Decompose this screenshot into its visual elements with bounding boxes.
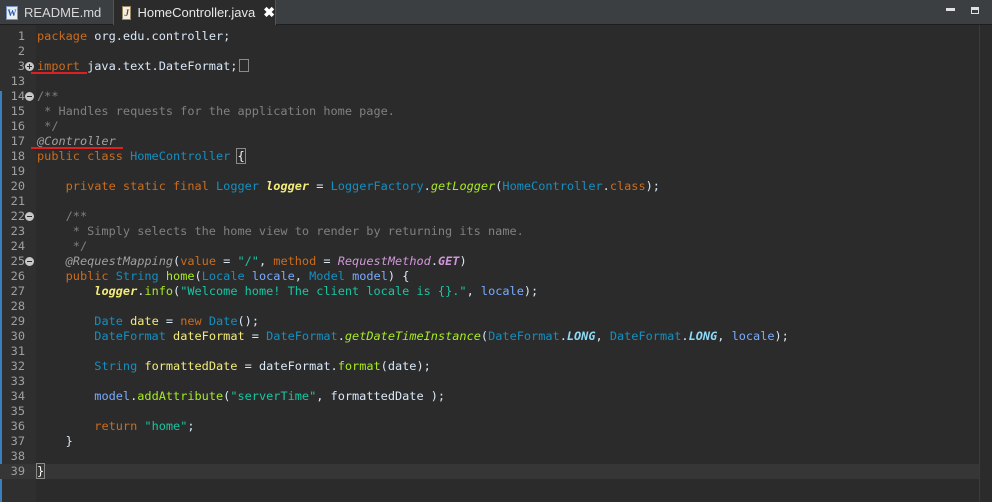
code-text: } — [37, 434, 73, 448]
line-number: 22 — [10, 209, 25, 223]
code-text: */ — [37, 119, 59, 133]
code-line[interactable]: 39} — [0, 463, 979, 479]
code-text: private static final Logger logger = Log… — [65, 179, 660, 193]
code-text: */ — [37, 239, 88, 253]
code-text: String formattedDate = dateFormat.format… — [94, 359, 431, 373]
tab-readme[interactable]: W README.md — [0, 0, 112, 25]
line-number: 26 — [10, 269, 25, 283]
annotation-underline — [31, 147, 123, 149]
code-text: * Handles requests for the application h… — [37, 104, 395, 118]
code-text: DateFormat dateFormat = DateFormat.getDa… — [94, 329, 789, 343]
editor-window: W README.md J HomeController.java ✖ 1 pac… — [0, 0, 992, 502]
tab-label: HomeController.java — [137, 5, 256, 20]
line-number: 3 — [17, 59, 25, 73]
code-text: } — [35, 463, 46, 479]
code-line[interactable]: 38 — [0, 449, 979, 464]
collapse-fold-icon[interactable] — [25, 257, 34, 266]
code-text: @RequestMapping(value = "/", method = Re… — [65, 254, 467, 268]
code-text: * Simply selects the home view to render… — [37, 224, 524, 238]
code-line[interactable]: 3 import java.text.DateFormat; — [0, 59, 979, 74]
code-line[interactable]: 24 */ — [0, 239, 979, 254]
editor-tab-bar: W README.md J HomeController.java ✖ — [0, 0, 992, 25]
code-line[interactable]: 34 model.addAttribute("serverTime", form… — [0, 389, 979, 404]
line-number: 23 — [10, 224, 25, 238]
line-number: 33 — [10, 374, 25, 388]
code-text: package org.edu.controller; — [37, 29, 231, 43]
line-number: 32 — [10, 359, 25, 373]
line-number: 14 — [10, 89, 25, 103]
line-number: 2 — [17, 44, 25, 58]
line-number: 1 — [17, 29, 25, 43]
code-line[interactable]: 25 @RequestMapping(value = "/", method =… — [0, 254, 979, 269]
line-number: 38 — [10, 449, 25, 463]
line-number: 30 — [10, 329, 25, 343]
code-line[interactable]: 22 /** — [0, 209, 979, 224]
code-line[interactable]: 32 String formattedDate = dateFormat.for… — [0, 359, 979, 374]
collapse-fold-icon[interactable] — [25, 212, 34, 221]
code-line[interactable]: 23 * Simply selects the home view to ren… — [0, 224, 979, 239]
code-line[interactable]: 1 package org.edu.controller; — [0, 29, 979, 44]
annotation-underline — [31, 72, 87, 74]
code-text: /** — [65, 209, 88, 223]
code-line[interactable]: 26 public String home(Locale locale, Mod… — [0, 269, 979, 284]
line-number: 39 — [10, 464, 25, 478]
minimize-icon[interactable] — [944, 4, 958, 18]
line-number: 13 — [10, 74, 25, 88]
tab-label: README.md — [24, 5, 102, 20]
code-text: /** — [37, 89, 59, 103]
code-text: return "home"; — [94, 419, 195, 433]
code-text: model.addAttribute("serverTime", formatt… — [94, 389, 446, 403]
line-number: 28 — [10, 299, 25, 313]
line-number: 29 — [10, 314, 25, 328]
line-number: 27 — [10, 284, 25, 298]
code-line[interactable]: 36 return "home"; — [0, 419, 979, 434]
tab-homecontroller[interactable]: J HomeController.java ✖ — [113, 0, 276, 25]
line-number: 19 — [10, 164, 25, 178]
code-line[interactable]: 13 — [0, 74, 979, 89]
line-number: 31 — [10, 344, 25, 358]
code-text: logger.info("Welcome home! The client lo… — [94, 284, 539, 298]
code-line[interactable]: 18 public class HomeController { — [0, 148, 979, 164]
line-number: 17 — [10, 134, 25, 148]
code-line[interactable]: 21 — [0, 194, 979, 209]
line-number: 16 — [10, 119, 25, 133]
code-line[interactable]: 16 */ — [0, 119, 979, 134]
code-line[interactable]: 28 — [0, 299, 979, 314]
code-text: public String home(Locale locale, Model … — [65, 269, 410, 283]
code-line[interactable]: 15 * Handles requests for the applicatio… — [0, 104, 979, 119]
code-line[interactable]: 19 — [0, 164, 979, 179]
close-icon[interactable]: ✖ — [263, 4, 275, 21]
code-line[interactable]: 14 /** — [0, 89, 979, 104]
line-number: 34 — [10, 389, 25, 403]
line-number: 35 — [10, 404, 25, 418]
line-number: 36 — [10, 419, 25, 433]
word-document-icon: W — [6, 5, 18, 20]
maximize-icon[interactable] — [969, 4, 983, 18]
code-editor[interactable]: 1 package org.edu.controller; 2 3 import jav… — [0, 25, 992, 502]
code-line[interactable]: 31 — [0, 344, 979, 359]
line-number: 20 — [10, 179, 25, 193]
line-number: 37 — [10, 434, 25, 448]
code-line[interactable]: 30 DateFormat dateFormat = DateFormat.ge… — [0, 329, 979, 344]
code-line[interactable]: 27 logger.info("Welcome home! The client… — [0, 284, 979, 299]
code-line[interactable]: 29 Date date = new Date(); — [0, 314, 979, 329]
code-line[interactable]: 20 private static final Logger logger = … — [0, 179, 979, 194]
code-line[interactable]: 37 } — [0, 434, 979, 449]
line-number: 25 — [10, 254, 25, 268]
code-text: public class HomeController { — [37, 148, 246, 164]
expand-fold-icon[interactable] — [25, 62, 34, 71]
line-number: 24 — [10, 239, 25, 253]
code-text: Date date = new Date(); — [94, 314, 259, 328]
java-file-icon: J — [122, 5, 132, 20]
line-number: 18 — [10, 149, 25, 163]
line-number: 21 — [10, 194, 25, 208]
overview-ruler[interactable] — [979, 25, 992, 502]
code-line[interactable]: 33 — [0, 374, 979, 389]
code-line[interactable]: 17 @Controller — [0, 134, 979, 149]
code-line[interactable]: 2 — [0, 44, 979, 59]
collapse-fold-icon[interactable] — [25, 92, 34, 101]
line-number: 15 — [10, 104, 25, 118]
code-line[interactable]: 35 — [0, 404, 979, 419]
